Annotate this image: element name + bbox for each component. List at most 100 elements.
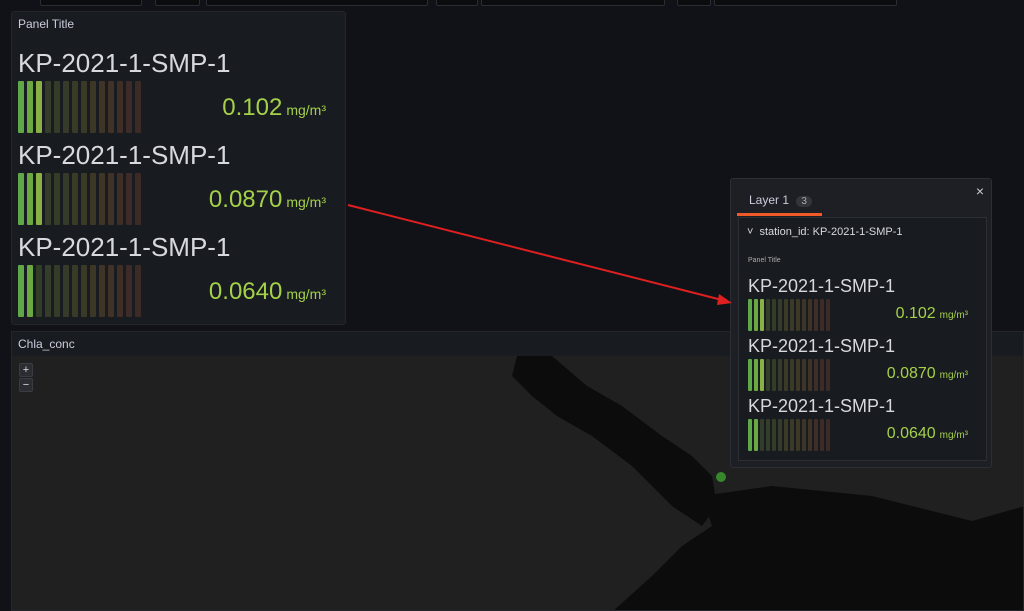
gauge-cell [784, 359, 788, 391]
gauge-item: KP-2021-1-SMP-1 0.0870 mg/m³ [18, 140, 328, 230]
gauge-value: 0.0870 mg/m³ [209, 186, 326, 214]
gauge-value: 0.102 mg/m³ [222, 94, 326, 122]
gauge-cell [790, 419, 794, 451]
value-unit: mg/m³ [286, 102, 326, 118]
toolbar-box[interactable] [436, 0, 478, 6]
gauge-value: 0.0640 mg/m³ [887, 425, 968, 443]
gauge-cell [766, 419, 770, 451]
gauge-value: 0.102 mg/m³ [896, 305, 968, 323]
gauge-value: 0.0640 mg/m³ [209, 278, 326, 306]
gauge-cell [99, 265, 105, 317]
gauge-cell [814, 359, 818, 391]
gauge-cell [81, 173, 87, 225]
gauge-cell [54, 173, 60, 225]
close-icon[interactable]: × [976, 183, 984, 199]
bar-gauge-panel: Panel Title KP-2021-1-SMP-1 0.102 mg/m³ KP… [11, 11, 346, 325]
gauge-cell [108, 81, 114, 133]
value-number: 0.0870 [208, 186, 283, 213]
gauge-cell [820, 419, 824, 451]
gauge-cell [754, 299, 758, 331]
gauge-cell [126, 265, 132, 317]
gauge-cell [18, 173, 24, 225]
gauge-cell [778, 299, 782, 331]
gauge-cell [108, 265, 114, 317]
gauge-item: KP-2021-1-SMP-1 0.0640 mg/m³ [748, 396, 970, 456]
station-name: KP-2021-1-SMP-1 [748, 276, 896, 296]
gauge-cell [27, 265, 33, 317]
value-number: 0.0640 [886, 425, 936, 442]
gauge-cell [754, 359, 758, 391]
toolbar-box[interactable] [206, 0, 428, 6]
gauge-cell [99, 173, 105, 225]
gauge-cell [90, 173, 96, 225]
value-unit: mg/m³ [286, 286, 326, 302]
tab-layer-1[interactable]: Layer 1 3 [737, 193, 822, 216]
gauge-cell [796, 299, 800, 331]
station-marker[interactable] [716, 472, 726, 482]
gauge-cell [748, 419, 752, 451]
map-tooltip: × Layer 1 3 ˅ station_id: KP-2021-1-SMP-1… [730, 178, 992, 468]
gauge-cell [760, 299, 764, 331]
gauge-cell [18, 265, 24, 317]
gauge-cell [90, 81, 96, 133]
gauge-cell [760, 359, 764, 391]
gauge-cell [99, 81, 105, 133]
gauge-cell [784, 419, 788, 451]
gauge-cell [802, 299, 806, 331]
gauge-cell [36, 265, 42, 317]
toolbar-box[interactable] [677, 0, 711, 6]
gauge-cell [826, 299, 830, 331]
toolbar-box[interactable] [155, 0, 200, 6]
gauge-cell [135, 173, 141, 225]
gauge-cell [826, 359, 830, 391]
gauge-cell [45, 81, 51, 133]
gauge-cell [772, 419, 776, 451]
gauge-cell [748, 359, 752, 391]
gauge-item: KP-2021-1-SMP-1 0.0640 mg/m³ [18, 232, 328, 322]
gauge-value: 0.0870 mg/m³ [887, 365, 968, 383]
panel-title: Panel Title [18, 17, 75, 31]
zoom-out-button[interactable]: − [19, 378, 33, 392]
tooltip-content[interactable]: ˅ station_id: KP-2021-1-SMP-1 Panel Title… [738, 217, 987, 461]
gauge-item: KP-2021-1-SMP-1 0.0870 mg/m³ [748, 336, 970, 396]
toolbar-box[interactable] [714, 0, 897, 6]
value-unit: mg/m³ [939, 430, 968, 441]
gauge-cell [117, 173, 123, 225]
gauge-cell [784, 299, 788, 331]
group-label: station_id: KP-2021-1-SMP-1 [759, 226, 903, 238]
gauge-cell [802, 419, 806, 451]
gauge-item: KP-2021-1-SMP-1 0.102 mg/m³ [748, 276, 970, 336]
gauge-cell [126, 173, 132, 225]
gauge-cell [796, 419, 800, 451]
gauge-cell [63, 173, 69, 225]
value-unit: mg/m³ [939, 370, 968, 381]
gauge-cell [808, 419, 812, 451]
toolbar-box[interactable] [40, 0, 142, 6]
gauge-cell [72, 265, 78, 317]
toolbar-box[interactable] [481, 0, 665, 6]
gauge-cell [45, 265, 51, 317]
gauge-cell [778, 419, 782, 451]
gauge-cell [760, 419, 764, 451]
value-unit: mg/m³ [286, 194, 326, 210]
gauge-cell [754, 419, 758, 451]
gauge-cell [63, 81, 69, 133]
gauge-cell [90, 265, 96, 317]
gauge-cell [18, 81, 24, 133]
tab-label: Layer 1 [749, 193, 790, 207]
value-number: 0.0870 [886, 365, 936, 382]
gauge-cell [826, 419, 830, 451]
gauge-cell [772, 359, 776, 391]
gauge-cell [790, 299, 794, 331]
gauge-cell [748, 299, 752, 331]
panel-title: Panel Title [748, 257, 781, 264]
gauge-cell [27, 173, 33, 225]
zoom-in-button[interactable]: + [19, 363, 33, 377]
group-header[interactable]: ˅ station_id: KP-2021-1-SMP-1 [747, 226, 903, 238]
station-name: KP-2021-1-SMP-1 [18, 140, 231, 170]
gauge-cell [790, 359, 794, 391]
gauge-cell [808, 299, 812, 331]
station-name: KP-2021-1-SMP-1 [18, 48, 231, 78]
gauge-cell [772, 299, 776, 331]
gauge-cell [808, 359, 812, 391]
